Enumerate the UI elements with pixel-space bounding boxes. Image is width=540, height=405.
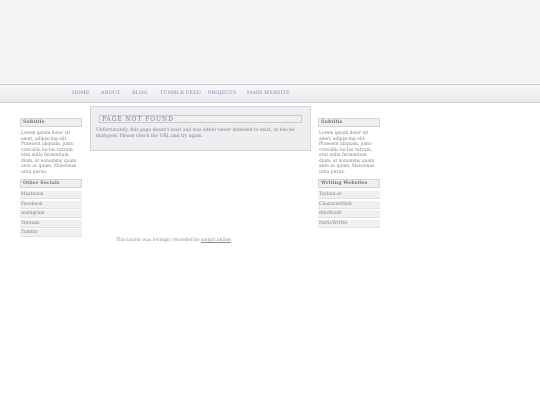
other-socials-heading: Other Socials [20, 179, 82, 188]
right-sidebar: Subtitle Lorem ipsum dolor sit amet, adi… [318, 118, 380, 229]
nav-home[interactable]: HOME [72, 90, 90, 96]
social-link-mastodon[interactable]: Mastodon [20, 191, 82, 199]
right-sidebar-subtitle: Subtitle [318, 118, 380, 127]
writing-link-ditowoofs[interactable]: ditoWoofs [318, 210, 380, 218]
page-title: PAGE NOT FOUND [99, 115, 302, 123]
nav-about[interactable]: ABOUT [101, 90, 121, 96]
writing-link-characterhub[interactable]: CharacterHub [318, 200, 380, 209]
top-navigation: HOME ABOUT BLOG TUMBLR FEED PROJECTS MAI… [0, 84, 540, 103]
footer-credit: This layout was lovingly recorded by sad… [116, 238, 231, 243]
other-socials-list: Mastodon Facebook Instagram Threads Tumb… [20, 191, 82, 237]
social-link-instagram[interactable]: Instagram [20, 210, 82, 218]
writing-websites-list: Toyhou.se CharacterHub ditoWoofs NaNoWri… [318, 191, 380, 228]
writing-websites-heading: Writing Websites [318, 179, 380, 188]
social-link-threads[interactable]: Threads [20, 219, 82, 228]
nav-projects[interactable]: PROJECTS [208, 90, 236, 96]
main-content-box: PAGE NOT FOUND Unfortunately, this page … [90, 106, 311, 151]
error-message: Unfortunately, this page doesn't exist a… [96, 128, 295, 139]
social-link-tumblr[interactable]: Tumblr [20, 229, 82, 237]
left-sidebar-subtitle: Subtitle [20, 118, 82, 127]
footer-credit-link[interactable]: sadgrl.online [201, 238, 231, 243]
writing-link-nanowrimo[interactable]: NaNoWriMo [318, 219, 380, 228]
nav-tumblr-feed[interactable]: TUMBLR FEED [160, 90, 201, 96]
writing-link-toyhouse[interactable]: Toyhou.se [318, 191, 380, 199]
nav-blog[interactable]: BLOG [132, 90, 148, 96]
footer-text: This layout was lovingly recorded by [116, 238, 202, 243]
header-banner [0, 0, 540, 84]
social-link-facebook[interactable]: Facebook [20, 200, 82, 209]
left-sidebar-text: Lorem ipsum dolor sit amet, adipiscing e… [21, 131, 77, 175]
left-sidebar: Subtitle Lorem ipsum dolor sit amet, adi… [20, 118, 82, 239]
right-sidebar-text: Lorem ipsum dolor sit amet, adipiscing e… [319, 131, 375, 175]
nav-main-website[interactable]: MAIN WEBSITE [247, 90, 290, 96]
